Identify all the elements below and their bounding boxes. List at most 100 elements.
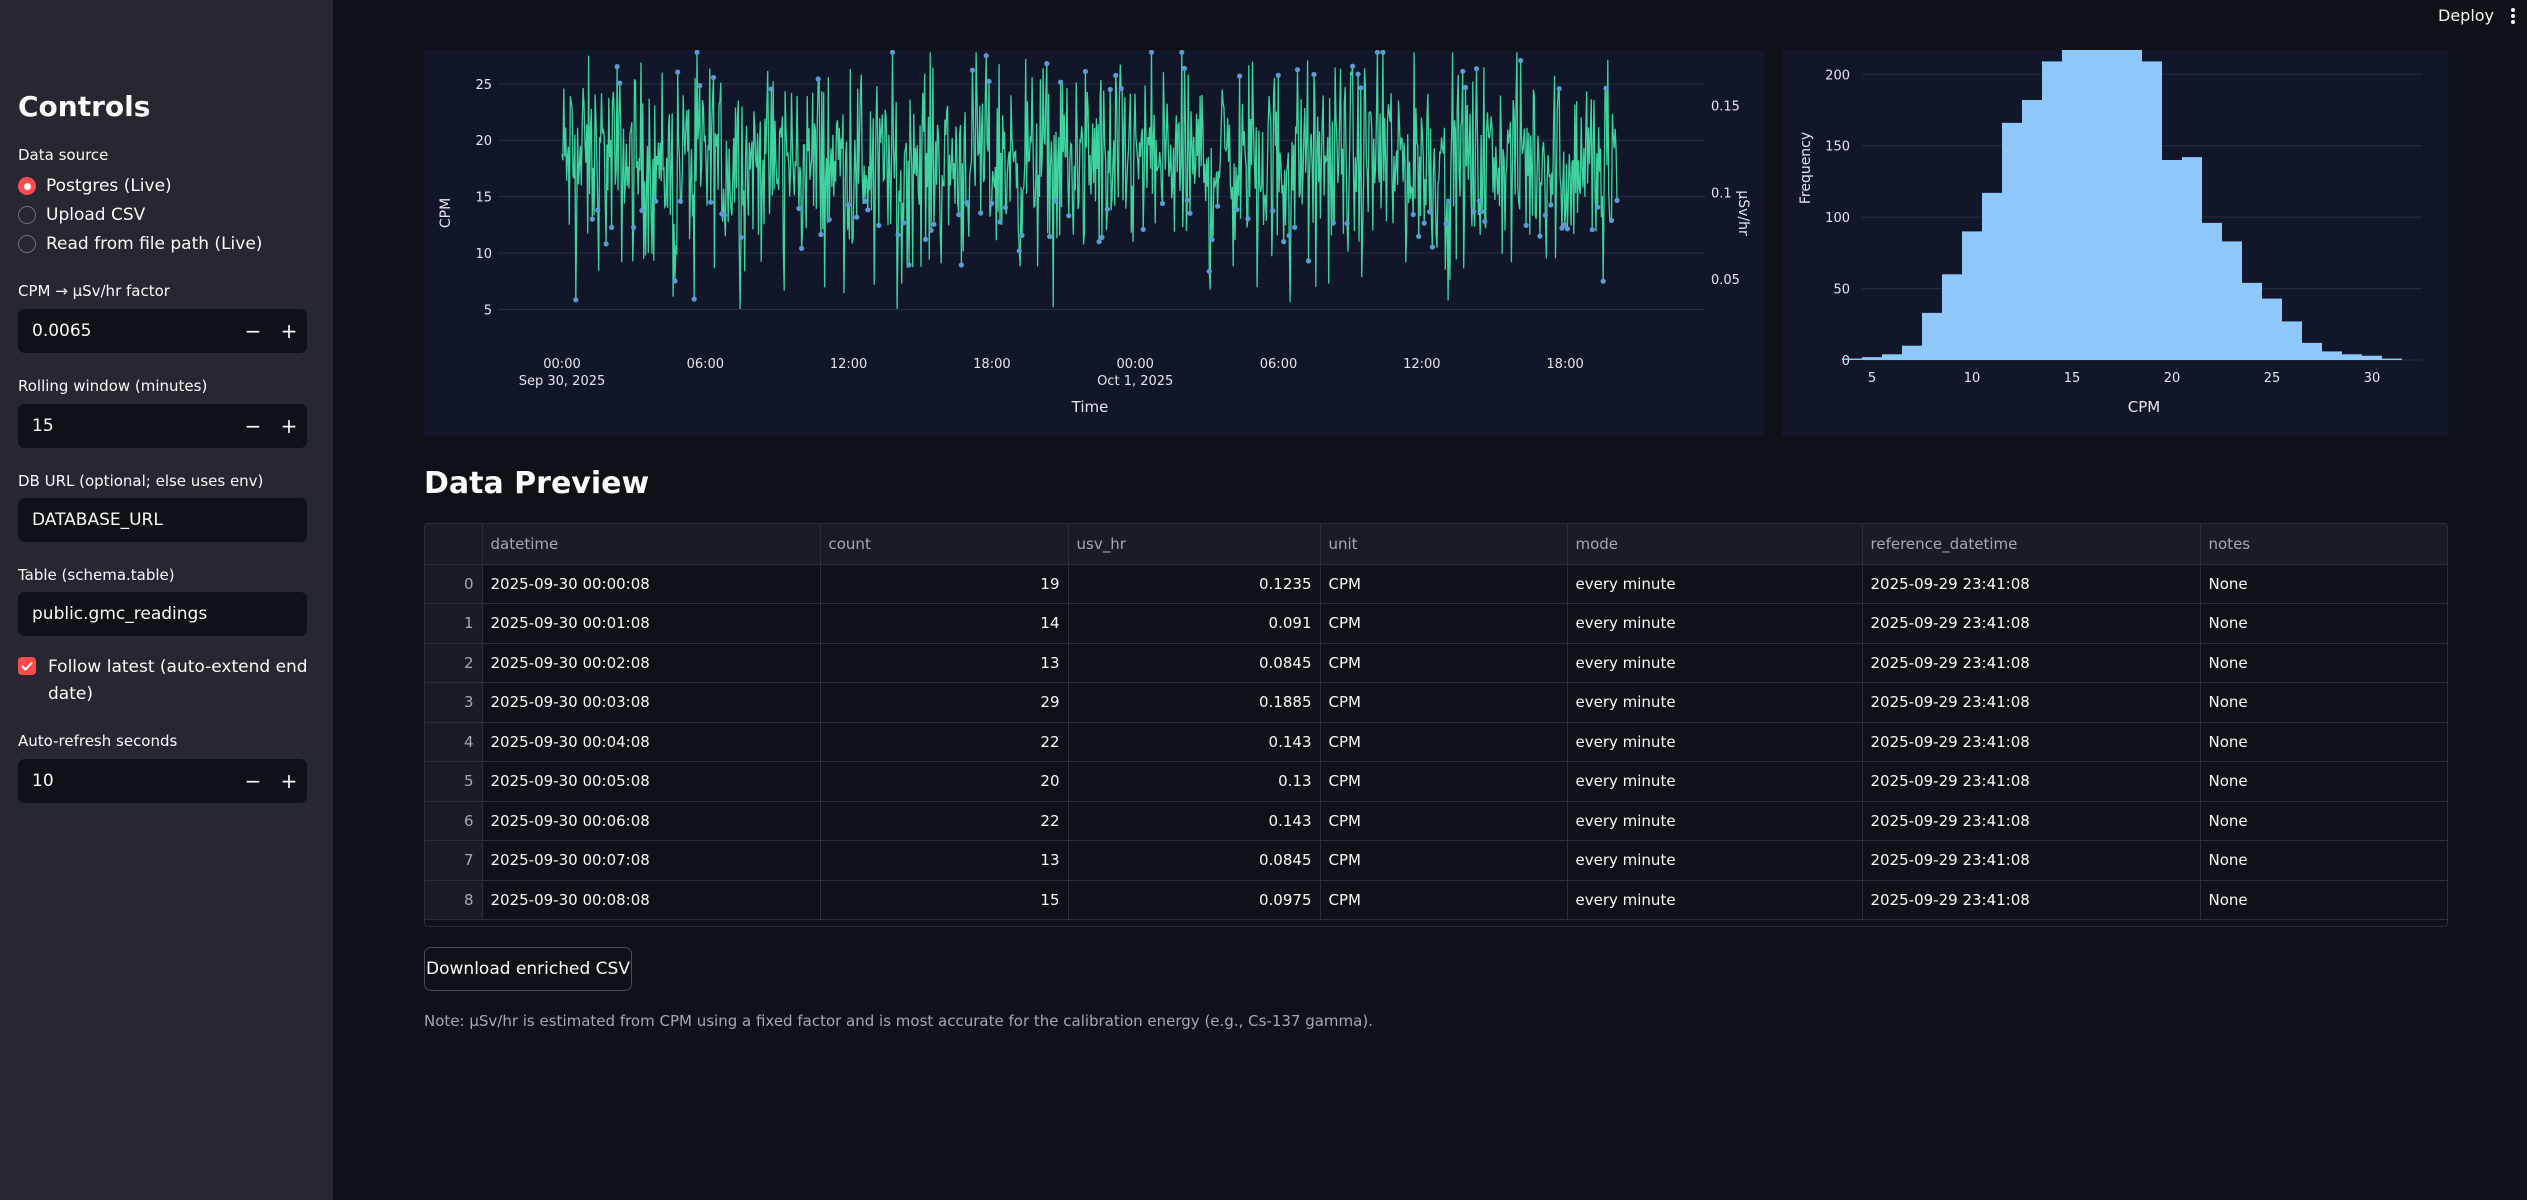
table-row[interactable]: 2 2025-09-30 00:02:08 13 0.0845 CPM every min… xyxy=(425,643,2447,683)
column-header[interactable]: notes xyxy=(2200,524,2447,565)
table-cell[interactable]: 7 xyxy=(425,840,483,881)
table-cell[interactable]: None xyxy=(2200,801,2447,841)
table-cell[interactable]: 4 xyxy=(425,722,483,762)
table-cell[interactable]: 0.1235 xyxy=(1068,564,1321,604)
table-cell[interactable]: 2025-09-29 23:41:08 xyxy=(1862,880,2201,920)
table-cell[interactable]: CPM xyxy=(1320,722,1568,762)
table-cell[interactable]: every minute xyxy=(1567,761,1863,802)
table-cell[interactable]: 2025-09-29 23:41:08 xyxy=(1862,603,2201,644)
table-cell[interactable]: 2025-09-29 23:41:08 xyxy=(1862,722,2201,762)
table-cell[interactable]: None xyxy=(2200,880,2447,920)
radio-file-path[interactable]: Read from file path (Live) xyxy=(18,234,262,254)
table-cell[interactable]: None xyxy=(2200,840,2447,881)
time-series-chart[interactable]: 5 10 15 20 25 0.05 0.1 0.15 CPM µSv/hr 00:00 Sep 30… xyxy=(424,50,1764,436)
table-cell[interactable]: 20 xyxy=(820,761,1069,802)
table-cell[interactable]: 0.1885 xyxy=(1068,682,1321,723)
table-cell[interactable]: None xyxy=(2200,603,2447,644)
table-cell[interactable]: 2025-09-29 23:41:08 xyxy=(1862,643,2201,683)
column-header[interactable]: reference_datetime xyxy=(1862,524,2201,565)
column-header[interactable]: unit xyxy=(1320,524,1568,565)
table-cell[interactable]: 15 xyxy=(820,880,1069,920)
table-row[interactable]: 5 2025-09-30 00:05:08 20 0.13 CPM every minut… xyxy=(425,761,2447,802)
table-cell[interactable]: CPM xyxy=(1320,801,1568,841)
factor-value[interactable]: 0.0065 xyxy=(18,321,235,341)
table-cell[interactable]: 0.091 xyxy=(1068,603,1321,644)
table-row[interactable]: 4 2025-09-30 00:04:08 22 0.143 CPM every minu… xyxy=(425,722,2447,762)
table-cell[interactable]: 0 xyxy=(425,564,483,604)
column-header[interactable]: mode xyxy=(1567,524,1863,565)
table-cell[interactable]: 2025-09-30 00:06:08 xyxy=(482,801,821,841)
table-row[interactable]: 3 2025-09-30 00:03:08 29 0.1885 CPM every min… xyxy=(425,682,2447,723)
minus-button[interactable]: − xyxy=(235,404,271,448)
radio-postgres[interactable]: Postgres (Live) xyxy=(18,176,172,196)
table-cell[interactable]: 2025-09-30 00:04:08 xyxy=(482,722,821,762)
table-cell[interactable]: 2 xyxy=(425,643,483,683)
table-cell[interactable]: 2025-09-30 00:07:08 xyxy=(482,840,821,881)
table-input[interactable]: public.gmc_readings xyxy=(18,592,307,636)
table-cell[interactable]: every minute xyxy=(1567,722,1863,762)
table-cell[interactable]: 2025-09-29 23:41:08 xyxy=(1862,761,2201,802)
table-cell[interactable]: None xyxy=(2200,682,2447,723)
table-cell[interactable]: 22 xyxy=(820,722,1069,762)
table-cell[interactable]: every minute xyxy=(1567,840,1863,881)
table-cell[interactable]: 14 xyxy=(820,603,1069,644)
plus-button[interactable]: + xyxy=(271,759,307,803)
table-cell[interactable]: 2025-09-30 00:02:08 xyxy=(482,643,821,683)
table-cell[interactable]: 6 xyxy=(425,801,483,841)
table-cell[interactable]: None xyxy=(2200,722,2447,762)
rolling-input[interactable]: 15 − + xyxy=(18,404,307,448)
table-cell[interactable]: 22 xyxy=(820,801,1069,841)
table-cell[interactable]: 2025-09-29 23:41:08 xyxy=(1862,564,2201,604)
column-header[interactable]: usv_hr xyxy=(1068,524,1321,565)
table-cell[interactable]: every minute xyxy=(1567,880,1863,920)
data-preview-table[interactable]: datetime count usv_hr unit mode reference_dat… xyxy=(424,523,2448,927)
table-cell[interactable]: 2025-09-29 23:41:08 xyxy=(1862,801,2201,841)
more-menu-icon[interactable] xyxy=(2508,4,2518,28)
table-cell[interactable]: 5 xyxy=(425,761,483,802)
table-cell[interactable]: 0.0845 xyxy=(1068,643,1321,683)
minus-button[interactable]: − xyxy=(235,759,271,803)
table-cell[interactable]: 0.0975 xyxy=(1068,880,1321,920)
deploy-button[interactable]: Deploy xyxy=(2438,6,2494,25)
refresh-value[interactable]: 10 xyxy=(18,771,235,791)
column-header[interactable]: datetime xyxy=(482,524,821,565)
table-cell[interactable]: 2025-09-30 00:05:08 xyxy=(482,761,821,802)
table-cell[interactable]: CPM xyxy=(1320,761,1568,802)
download-csv-button[interactable]: Download enriched CSV xyxy=(424,947,632,991)
table-cell[interactable]: None xyxy=(2200,564,2447,604)
plus-button[interactable]: + xyxy=(271,309,307,353)
histogram-chart[interactable]: 0 50 100 150 200 5 10 15 20 25 30 CPM Frequency xyxy=(1782,50,2448,436)
table-row[interactable]: 6 2025-09-30 00:06:08 22 0.143 CPM every minu… xyxy=(425,801,2447,841)
table-cell[interactable]: 29 xyxy=(820,682,1069,723)
table-cell[interactable]: 0.13 xyxy=(1068,761,1321,802)
table-cell[interactable]: 19 xyxy=(820,564,1069,604)
factor-input[interactable]: 0.0065 − + xyxy=(18,309,307,353)
table-cell[interactable]: every minute xyxy=(1567,801,1863,841)
table-cell[interactable]: 8 xyxy=(425,880,483,920)
table-cell[interactable]: 0.143 xyxy=(1068,722,1321,762)
column-header[interactable]: count xyxy=(820,524,1069,565)
table-cell[interactable]: 13 xyxy=(820,840,1069,881)
minus-button[interactable]: − xyxy=(235,309,271,353)
plus-button[interactable]: + xyxy=(271,404,307,448)
table-cell[interactable]: 2025-09-29 23:41:08 xyxy=(1862,840,2201,881)
table-row[interactable]: 1 2025-09-30 00:01:08 14 0.091 CPM every minu… xyxy=(425,603,2447,644)
table-cell[interactable]: CPM xyxy=(1320,564,1568,604)
table-cell[interactable]: 2025-09-30 00:03:08 xyxy=(482,682,821,723)
table-cell[interactable]: CPM xyxy=(1320,840,1568,881)
table-cell[interactable]: CPM xyxy=(1320,682,1568,723)
table-cell[interactable]: 2025-09-29 23:41:08 xyxy=(1862,682,2201,723)
db-url-input[interactable]: DATABASE_URL xyxy=(18,498,307,542)
table-row[interactable]: 8 2025-09-30 00:08:08 15 0.0975 CPM every min… xyxy=(425,880,2447,920)
table-cell[interactable]: 2025-09-30 00:08:08 xyxy=(482,880,821,920)
table-cell[interactable]: every minute xyxy=(1567,682,1863,723)
table-cell[interactable]: every minute xyxy=(1567,564,1863,604)
radio-upload-csv[interactable]: Upload CSV xyxy=(18,205,145,225)
table-cell[interactable]: 0.143 xyxy=(1068,801,1321,841)
table-cell[interactable]: None xyxy=(2200,761,2447,802)
table-cell[interactable]: CPM xyxy=(1320,603,1568,644)
table-cell[interactable]: every minute xyxy=(1567,643,1863,683)
table-cell[interactable]: 0.0845 xyxy=(1068,840,1321,881)
table-cell[interactable]: 3 xyxy=(425,682,483,723)
table-cell[interactable]: 13 xyxy=(820,643,1069,683)
